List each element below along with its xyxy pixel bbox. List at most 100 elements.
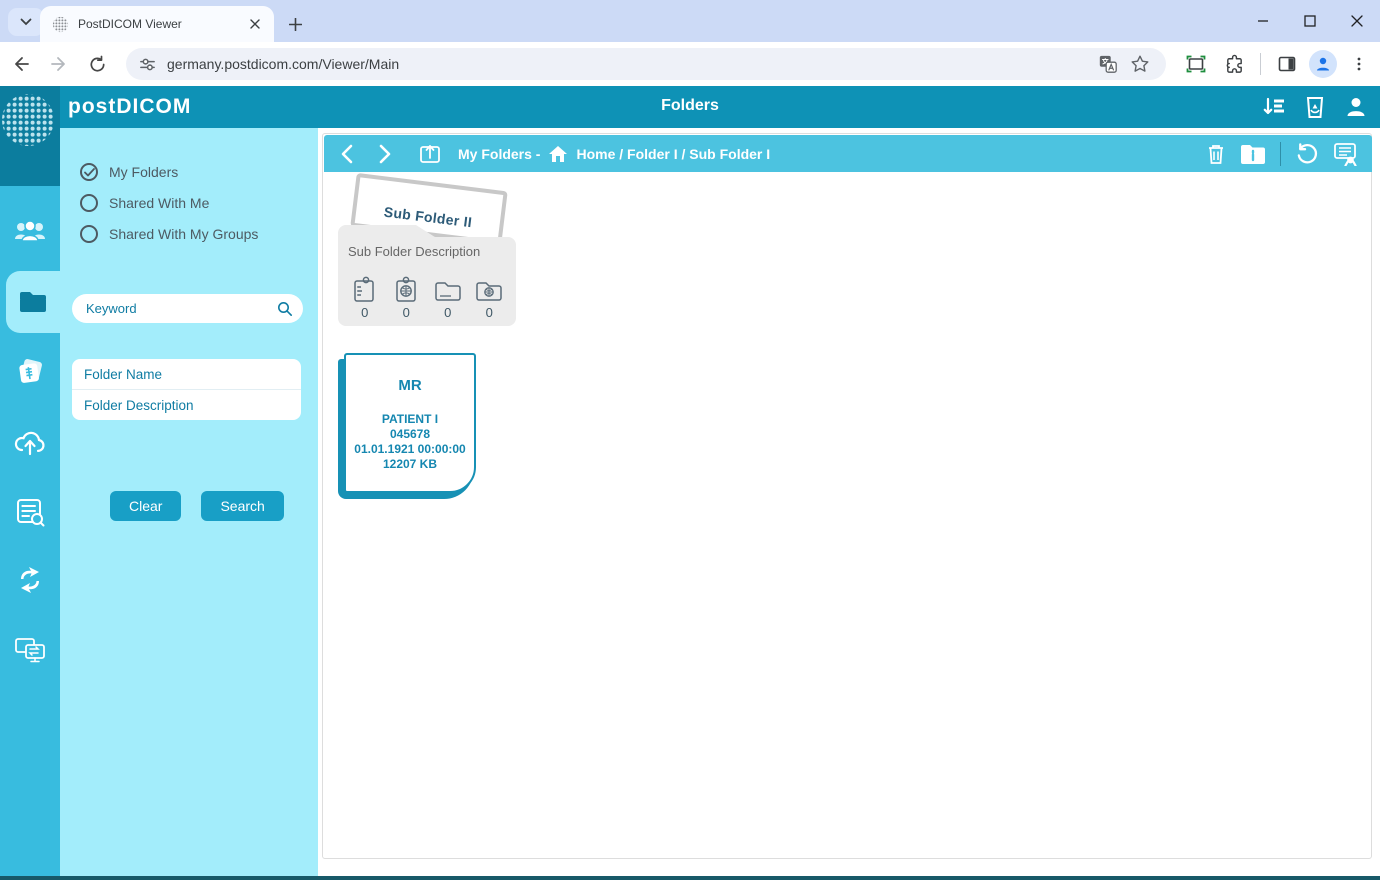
patient-id: 045678 (346, 427, 474, 442)
page-title: Folders (0, 97, 1380, 115)
forward-icon (49, 54, 69, 74)
filter-label: Shared With Me (109, 195, 209, 211)
halftone-globe-icon (0, 90, 60, 154)
browser-tab[interactable]: PostDICOM Viewer (40, 6, 274, 42)
extensions-button[interactable] (1218, 48, 1250, 80)
nav-forward-button[interactable] (378, 144, 392, 164)
breadcrumb-bar: My Folders - Home / Folder I / Sub Folde… (324, 135, 1372, 172)
close-icon (250, 19, 260, 29)
side-panel-button[interactable] (1271, 48, 1303, 80)
tab-title: PostDICOM Viewer (78, 17, 246, 31)
chevron-right-icon (378, 144, 392, 164)
app-logo-mark (0, 86, 60, 186)
sort-button[interactable] (1262, 96, 1286, 118)
folder-search-fields (72, 359, 301, 420)
rail-item-sync[interactable] (0, 552, 60, 608)
rail-item-query[interactable] (0, 484, 60, 540)
monitors-transfer-icon (14, 635, 46, 665)
profile-avatar[interactable] (1309, 50, 1337, 78)
filter-shared-with-me[interactable]: Shared With Me (80, 192, 209, 214)
search-button[interactable]: Search (201, 491, 283, 521)
toolbar-actions (1180, 48, 1375, 80)
translate-button[interactable] (1092, 48, 1124, 80)
trash-icon (1206, 143, 1226, 165)
minimize-button[interactable] (1239, 0, 1286, 42)
folder-info-icon (1240, 143, 1266, 165)
patient-details: PATIENT I 045678 01.01.1921 00:00:00 122… (346, 412, 474, 472)
keyword-input[interactable] (86, 301, 277, 316)
reload-button[interactable] (80, 47, 114, 81)
folder-image-icon (475, 276, 503, 304)
back-icon (11, 54, 31, 74)
maximize-button[interactable] (1286, 0, 1333, 42)
app-header: postDICOM Folders (0, 86, 1380, 128)
postdicom-viewer-window: PostDICOM Viewer (0, 0, 1380, 880)
studies-count: 0 (386, 276, 428, 320)
close-window-button[interactable] (1333, 0, 1380, 42)
count-value: 0 (361, 305, 368, 320)
tab-search-button[interactable] (8, 8, 44, 36)
search-icon[interactable] (277, 301, 293, 317)
breadcrumb-actions (1206, 142, 1372, 166)
report-button[interactable] (1332, 142, 1358, 166)
url-bar[interactable]: germany.postdicom.com/Viewer/Main (126, 48, 1166, 80)
filter-shared-with-groups[interactable]: Shared With My Groups (80, 223, 258, 245)
account-button[interactable] (1344, 95, 1368, 119)
url-text[interactable]: germany.postdicom.com/Viewer/Main (167, 56, 1092, 72)
study-datetime: 01.01.1921 00:00:00 (346, 442, 474, 457)
browser-menu-button[interactable] (1343, 48, 1375, 80)
rail-item-folders[interactable] (6, 271, 60, 333)
back-button[interactable] (4, 47, 38, 81)
sync-arrows-icon (15, 565, 45, 595)
rail-item-patients[interactable] (0, 204, 60, 260)
folder-outline-icon (434, 276, 462, 304)
bookmark-button[interactable] (1124, 48, 1156, 80)
patient-modality: MR (346, 377, 474, 394)
new-tab-button[interactable] (282, 11, 308, 37)
folders-sidebar: My Folders Shared With Me Shared With My… (60, 128, 318, 876)
patient-name: PATIENT I (346, 412, 474, 427)
recycle-bin-button[interactable] (1304, 95, 1326, 119)
rail-item-studies[interactable] (0, 344, 60, 400)
folder-info-button[interactable] (1240, 143, 1266, 165)
count-value: 0 (486, 305, 493, 320)
kebab-menu-icon (1351, 56, 1367, 72)
keyword-search-box (72, 294, 303, 323)
breadcrumb-separator (1280, 142, 1281, 166)
refresh-button[interactable] (1295, 142, 1318, 165)
home-icon[interactable] (548, 145, 568, 163)
star-icon (1130, 54, 1150, 74)
delete-folder-button[interactable] (1206, 143, 1226, 165)
trash-recycle-icon (1304, 95, 1326, 119)
chevron-left-icon (340, 144, 354, 164)
page-bottom-border (0, 876, 1380, 880)
folders-main-panel: My Folders - Home / Folder I / Sub Folde… (322, 133, 1372, 859)
folder-name-input[interactable] (72, 359, 301, 389)
radio-unchecked-icon[interactable] (80, 225, 98, 243)
browser-toolbar: germany.postdicom.com/Viewer/Main (0, 42, 1380, 86)
folder-description-input[interactable] (72, 390, 301, 420)
certified-report-icon (1332, 142, 1358, 166)
side-panel-icon (1277, 54, 1297, 74)
puzzle-icon (1224, 54, 1245, 75)
clear-button[interactable]: Clear (110, 491, 181, 521)
radio-checked-icon[interactable] (80, 163, 98, 181)
rail-item-transfer[interactable] (0, 622, 60, 678)
breadcrumb-scope[interactable]: My Folders - (458, 146, 540, 162)
patient-card[interactable]: MR PATIENT I 045678 01.01.1921 00:00:00 … (344, 353, 476, 493)
plus-icon (289, 18, 302, 31)
screenshot-button[interactable] (1180, 48, 1212, 80)
move-up-button[interactable] (418, 142, 442, 166)
search-actions: Clear Search (110, 491, 284, 521)
filter-my-folders[interactable]: My Folders (80, 161, 178, 183)
subfolder-description: Sub Folder Description (348, 244, 480, 259)
toolbar-separator (1260, 53, 1261, 75)
window-controls (1239, 0, 1380, 42)
radio-unchecked-icon[interactable] (80, 194, 98, 212)
rail-item-upload[interactable] (0, 414, 60, 470)
tab-close-button[interactable] (246, 15, 264, 33)
breadcrumb-path[interactable]: Home / Folder I / Sub Folder I (576, 146, 770, 162)
forward-button[interactable] (42, 47, 76, 81)
nav-back-button[interactable] (340, 144, 354, 164)
subfolder-card[interactable]: Sub Folder Description 0 (338, 237, 516, 326)
